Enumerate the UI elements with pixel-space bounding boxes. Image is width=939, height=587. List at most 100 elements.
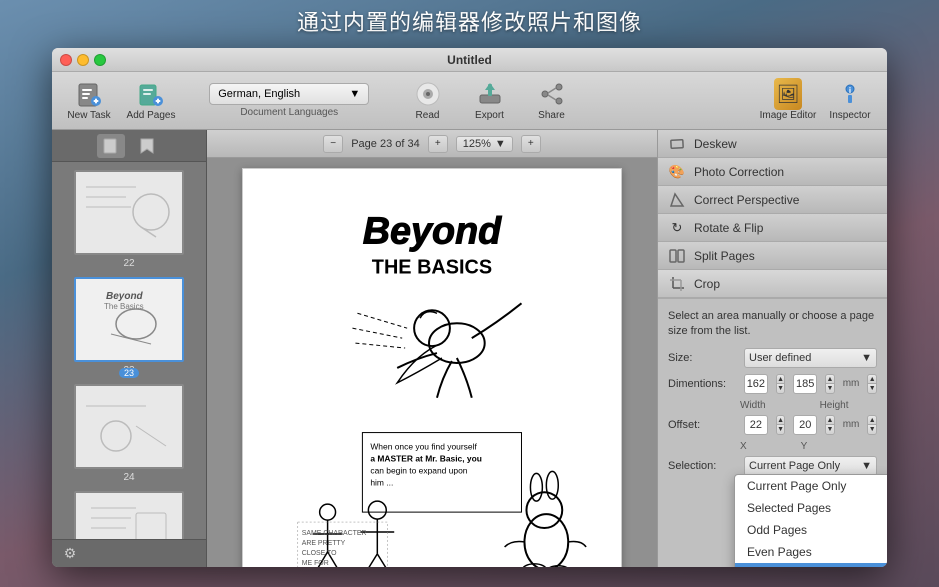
main-window: Untitled New Task <box>52 48 887 567</box>
correct-perspective-button[interactable]: Correct Perspective <box>658 186 887 214</box>
export-button[interactable]: Export <box>461 77 519 125</box>
offset-section: Offset: 22 ▲ ▼ 20 ▲ ▼ mm ▲ <box>668 415 877 452</box>
read-icon <box>414 80 442 108</box>
svg-text:can begin to expand upon: can begin to expand upon <box>370 465 467 475</box>
offset-unit: mm <box>843 419 860 430</box>
dropdown-item-selected-pages[interactable]: Selected Pages <box>735 497 887 519</box>
page-thumb-22[interactable]: 22 <box>60 170 198 269</box>
crop-icon <box>668 275 686 293</box>
offset-col-labels: X Y <box>668 441 877 452</box>
export-icon <box>476 80 504 108</box>
minimize-button[interactable] <box>77 54 89 66</box>
language-dropdown[interactable]: German, English ▼ <box>209 83 369 105</box>
size-dropdown[interactable]: User defined ▼ <box>744 348 877 368</box>
photo-correction-button[interactable]: 🎨 Photo Correction <box>658 158 887 186</box>
toolbar: New Task Add Pages German, English ▼ <box>52 72 887 130</box>
selection-dropdown-menu[interactable]: Current Page Only Selected Pages Odd Pag… <box>734 474 887 567</box>
page-view: − Page 23 of 34 + 125% ▼ + Beyond THE BA… <box>207 130 657 567</box>
image-editor-icon: 🖼 <box>774 80 802 108</box>
sidebar-tab-pages[interactable] <box>97 134 125 158</box>
close-button[interactable] <box>60 54 72 66</box>
dim-col-labels: Width Height <box>668 400 877 411</box>
dropdown-item-even-pages[interactable]: Even Pages <box>735 541 887 563</box>
width-stepper-down[interactable]: ▼ <box>777 384 785 393</box>
read-button[interactable]: Read <box>399 77 457 125</box>
width-stepper-up[interactable]: ▲ <box>777 375 785 385</box>
new-task-icon <box>75 80 103 108</box>
zoom-in-button[interactable]: + <box>521 135 541 153</box>
svg-text:Beyond: Beyond <box>363 211 502 253</box>
zoom-value: 125% <box>463 138 491 150</box>
dropdown-item-current-page[interactable]: Current Page Only <box>735 475 887 497</box>
sidebar-tabs <box>52 130 206 162</box>
deskew-button[interactable]: Deskew <box>658 130 887 158</box>
size-label: Size: <box>668 352 736 364</box>
rotate-flip-icon: ↻ <box>668 219 686 237</box>
sidebar: 22 Beyond The Basics <box>52 130 207 567</box>
page-thumb-23[interactable]: Beyond The Basics 23 23 <box>60 277 198 376</box>
split-pages-button[interactable]: Split Pages <box>658 242 887 270</box>
maximize-button[interactable] <box>94 54 106 66</box>
dropdown-item-odd-pages[interactable]: Odd Pages <box>735 519 887 541</box>
offset-y-field[interactable]: 20 <box>793 415 817 435</box>
next-page-button[interactable]: + <box>428 135 448 153</box>
width-col-label: Width <box>740 400 766 411</box>
y-col-label: Y <box>801 441 808 452</box>
crop-section: Select an area manually or choose a page… <box>658 299 887 492</box>
selection-dropdown-arrow: ▼ <box>861 460 872 472</box>
sidebar-settings-button[interactable]: ⚙ <box>60 544 80 564</box>
deskew-icon <box>668 135 686 153</box>
height-stepper-down[interactable]: ▼ <box>826 384 834 393</box>
window-title: Untitled <box>447 53 492 67</box>
zoom-display[interactable]: 125% ▼ <box>456 136 513 152</box>
offset-y-stepper[interactable]: ▲ ▼ <box>825 415 835 435</box>
page-info: Page 23 of 34 <box>351 138 420 150</box>
share-button[interactable]: Share <box>523 77 581 125</box>
page-thumb-img-25 <box>74 491 184 539</box>
right-panel: Deskew 🎨 Photo Correction Correct Perspe… <box>657 130 887 567</box>
page-thumb-25[interactable]: 25 <box>60 491 198 539</box>
sidebar-tab-bookmarks[interactable] <box>133 134 161 158</box>
offset-x-field[interactable]: 22 <box>744 415 768 435</box>
active-badge: 23 <box>119 368 139 378</box>
page-thumb-img-22 <box>74 170 184 255</box>
window-controls <box>60 54 106 66</box>
svg-text:THE BASICS: THE BASICS <box>372 256 492 278</box>
add-pages-button[interactable]: Add Pages <box>122 77 180 125</box>
crop-description: Select an area manually or choose a page… <box>668 309 877 340</box>
crop-button[interactable]: Crop <box>658 270 887 298</box>
page-nav: − Page 23 of 34 + 125% ▼ + <box>207 130 657 158</box>
page-canvas: Beyond THE BASICS <box>207 158 657 567</box>
page-thumb-img-24 <box>74 384 184 469</box>
zoom-dropdown-arrow: ▼ <box>495 138 506 150</box>
prev-page-button[interactable]: − <box>323 135 343 153</box>
width-field[interactable]: 162 <box>744 374 768 394</box>
selection-row: Selection: Current Page Only ▼ <box>668 456 877 476</box>
window-titlebar: Untitled <box>52 48 887 72</box>
height-stepper[interactable]: ▲ ▼ <box>825 374 835 394</box>
selection-dropdown[interactable]: Current Page Only ▼ <box>744 456 877 476</box>
unit-stepper[interactable]: ▲ ▼ <box>867 374 877 394</box>
height-field[interactable]: 185 <box>793 374 817 394</box>
new-task-button[interactable]: New Task <box>60 77 118 125</box>
inspector-button[interactable]: i Inspector <box>821 77 879 125</box>
height-col-label: Height <box>820 400 849 411</box>
height-stepper-up[interactable]: ▲ <box>826 375 834 385</box>
page-num-22: 22 <box>123 258 134 269</box>
page-num-24: 24 <box>123 472 134 483</box>
correct-perspective-icon <box>668 191 686 209</box>
offset-unit-stepper[interactable]: ▲ ▼ <box>867 415 877 435</box>
offset-x-stepper[interactable]: ▲ ▼ <box>776 415 786 435</box>
selection-label: Selection: <box>668 460 736 472</box>
rotate-flip-button[interactable]: ↻ Rotate & Flip <box>658 214 887 242</box>
size-row: Size: User defined ▼ <box>668 348 877 368</box>
width-stepper[interactable]: ▲ ▼ <box>776 374 786 394</box>
app-title: 通过内置的编辑器修改照片和图像 <box>0 0 939 42</box>
svg-text:him ...: him ... <box>370 477 393 487</box>
image-editor-button[interactable]: 🖼 Image Editor <box>759 77 817 125</box>
svg-text:a MASTER at Mr. Basic, you: a MASTER at Mr. Basic, you <box>370 453 482 463</box>
doc-lang-label: Document Languages <box>240 107 338 118</box>
dropdown-item-all-pages[interactable]: All Pages <box>735 563 887 567</box>
svg-text:ARE PRETTY: ARE PRETTY <box>302 540 346 547</box>
page-thumb-24[interactable]: 24 <box>60 384 198 483</box>
